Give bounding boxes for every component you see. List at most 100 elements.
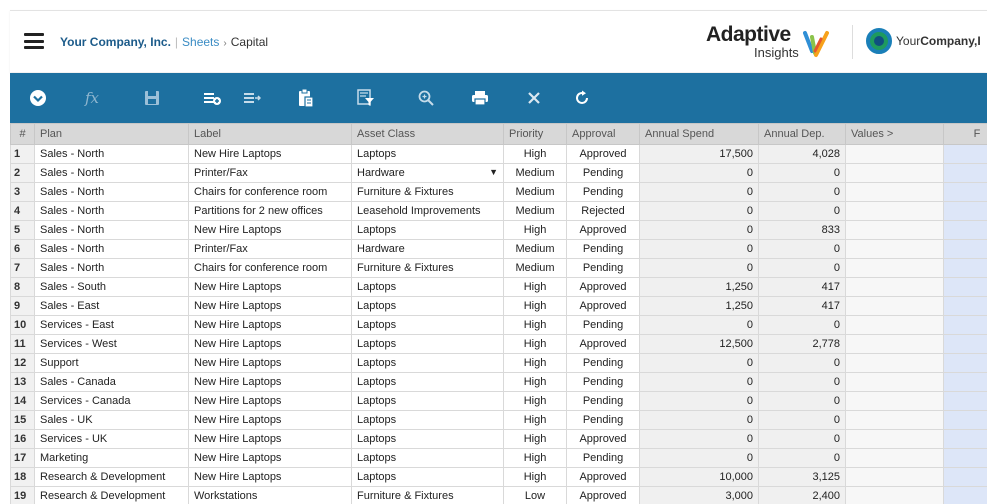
priority-cell[interactable]: High xyxy=(503,467,567,487)
collapse-toggle-button[interactable] xyxy=(22,82,54,114)
f-cell[interactable] xyxy=(943,429,987,449)
approval-cell[interactable]: Pending xyxy=(566,258,640,278)
row-number-cell[interactable]: 17 xyxy=(10,448,35,468)
table-row[interactable]: 7 Sales - North Chairs for conference room… xyxy=(10,258,987,278)
breadcrumb-sheets-link[interactable]: Sheets xyxy=(182,35,219,49)
row-number-cell[interactable]: 3 xyxy=(10,182,35,202)
values-cell[interactable] xyxy=(845,144,944,164)
plan-cell[interactable]: Sales - South xyxy=(34,277,189,297)
refresh-button[interactable] xyxy=(566,82,598,114)
priority-cell[interactable]: High xyxy=(503,144,567,164)
values-cell[interactable] xyxy=(845,201,944,221)
priority-cell[interactable]: High xyxy=(503,448,567,468)
table-row[interactable]: 9 Sales - East New Hire Laptops Laptops High… xyxy=(10,296,987,316)
annual-spend-cell[interactable]: 0 xyxy=(639,448,759,468)
values-cell[interactable] xyxy=(845,334,944,354)
values-cell[interactable] xyxy=(845,220,944,240)
plan-cell[interactable]: Sales - East xyxy=(34,296,189,316)
asset-class-cell[interactable]: Laptops xyxy=(351,391,504,411)
approval-cell[interactable]: Pending xyxy=(566,163,640,183)
asset-class-cell[interactable]: Laptops xyxy=(351,296,504,316)
label-cell[interactable]: New Hire Laptops xyxy=(188,410,352,430)
annual-spend-cell[interactable]: 0 xyxy=(639,163,759,183)
table-row[interactable]: 8 Sales - South New Hire Laptops Laptops Hig… xyxy=(10,277,987,297)
table-row[interactable]: 10 Services - East New Hire Laptops Laptops… xyxy=(10,315,987,335)
cancel-button[interactable] xyxy=(518,82,550,114)
priority-cell[interactable]: High xyxy=(503,391,567,411)
asset-class-cell[interactable]: Laptops xyxy=(351,410,504,430)
approval-cell[interactable]: Pending xyxy=(566,353,640,373)
values-cell[interactable] xyxy=(845,163,944,183)
priority-cell[interactable]: High xyxy=(503,410,567,430)
table-row[interactable]: 14 Services - Canada New Hire Laptops Lapto… xyxy=(10,391,987,411)
table-row[interactable]: 12 Support New Hire Laptops Laptops High Pend… xyxy=(10,353,987,373)
asset-class-cell[interactable]: Hardware ▼ xyxy=(351,163,504,183)
asset-class-cell[interactable]: Laptops xyxy=(351,315,504,335)
table-row[interactable]: 19 Research & Development Workstations Furn… xyxy=(10,486,987,504)
annual-dep-cell[interactable]: 3,125 xyxy=(758,467,846,487)
row-number-cell[interactable]: 14 xyxy=(10,391,35,411)
table-row[interactable]: 6 Sales - North Printer/Fax Hardware Medium P… xyxy=(10,239,987,259)
values-cell[interactable] xyxy=(845,486,944,504)
asset-class-cell[interactable]: Laptops xyxy=(351,372,504,392)
insert-row-alt-button[interactable] xyxy=(236,82,268,114)
priority-cell[interactable]: High xyxy=(503,429,567,449)
annual-dep-cell[interactable]: 0 xyxy=(758,258,846,278)
column-header-annual-spend[interactable]: Annual Spend xyxy=(639,123,759,145)
values-cell[interactable] xyxy=(845,372,944,392)
priority-cell[interactable]: High xyxy=(503,220,567,240)
asset-class-cell[interactable]: Furniture & Fixtures xyxy=(351,258,504,278)
f-cell[interactable] xyxy=(943,201,987,221)
row-number-cell[interactable]: 19 xyxy=(10,486,35,504)
label-cell[interactable]: New Hire Laptops xyxy=(188,277,352,297)
row-number-cell[interactable]: 18 xyxy=(10,467,35,487)
annual-dep-cell[interactable]: 0 xyxy=(758,429,846,449)
values-cell[interactable] xyxy=(845,391,944,411)
annual-spend-cell[interactable]: 1,250 xyxy=(639,277,759,297)
asset-class-cell[interactable]: Leasehold Improvements xyxy=(351,201,504,221)
values-cell[interactable] xyxy=(845,410,944,430)
priority-cell[interactable]: Medium xyxy=(503,163,567,183)
row-number-cell[interactable]: 2 xyxy=(10,163,35,183)
label-cell[interactable]: New Hire Laptops xyxy=(188,296,352,316)
asset-class-cell[interactable]: Laptops xyxy=(351,448,504,468)
label-cell[interactable]: Printer/Fax xyxy=(188,239,352,259)
approval-cell[interactable]: Approved xyxy=(566,467,640,487)
table-row[interactable]: 16 Services - UK New Hire Laptops Laptops Hi… xyxy=(10,429,987,449)
priority-cell[interactable]: Medium xyxy=(503,239,567,259)
approval-cell[interactable]: Approved xyxy=(566,429,640,449)
f-cell[interactable] xyxy=(943,334,987,354)
f-cell[interactable] xyxy=(943,277,987,297)
priority-cell[interactable]: Medium xyxy=(503,258,567,278)
plan-cell[interactable]: Sales - UK xyxy=(34,410,189,430)
table-row[interactable]: 1 Sales - North New Hire Laptops Laptops Hig… xyxy=(10,144,987,164)
column-header-asset-class[interactable]: Asset Class xyxy=(351,123,504,145)
plan-cell[interactable]: Sales - Canada xyxy=(34,372,189,392)
values-cell[interactable] xyxy=(845,296,944,316)
f-cell[interactable] xyxy=(943,239,987,259)
plan-cell[interactable]: Services - East xyxy=(34,315,189,335)
row-number-cell[interactable]: 4 xyxy=(10,201,35,221)
f-cell[interactable] xyxy=(943,296,987,316)
annual-spend-cell[interactable]: 0 xyxy=(639,220,759,240)
f-cell[interactable] xyxy=(943,258,987,278)
plan-cell[interactable]: Research & Development xyxy=(34,467,189,487)
row-number-cell[interactable]: 9 xyxy=(10,296,35,316)
approval-cell[interactable]: Rejected xyxy=(566,201,640,221)
approval-cell[interactable]: Approved xyxy=(566,334,640,354)
row-number-cell[interactable]: 11 xyxy=(10,334,35,354)
table-row[interactable]: 15 Sales - UK New Hire Laptops Laptops High P… xyxy=(10,410,987,430)
plan-cell[interactable]: Sales - North xyxy=(34,239,189,259)
f-cell[interactable] xyxy=(943,144,987,164)
values-cell[interactable] xyxy=(845,448,944,468)
label-cell[interactable]: New Hire Laptops xyxy=(188,144,352,164)
table-row[interactable]: 2 Sales - North Printer/Fax Hardware ▼ Medium… xyxy=(10,163,987,183)
approval-cell[interactable]: Pending xyxy=(566,315,640,335)
label-cell[interactable]: New Hire Laptops xyxy=(188,220,352,240)
approval-cell[interactable]: Pending xyxy=(566,448,640,468)
table-row[interactable]: 4 Sales - North Partitions for 2 new offic… xyxy=(10,201,987,221)
save-button[interactable] xyxy=(136,82,168,114)
table-row[interactable]: 5 Sales - North New Hire Laptops Laptops Hig… xyxy=(10,220,987,240)
f-cell[interactable] xyxy=(943,467,987,487)
plan-cell[interactable]: Research & Development xyxy=(34,486,189,504)
